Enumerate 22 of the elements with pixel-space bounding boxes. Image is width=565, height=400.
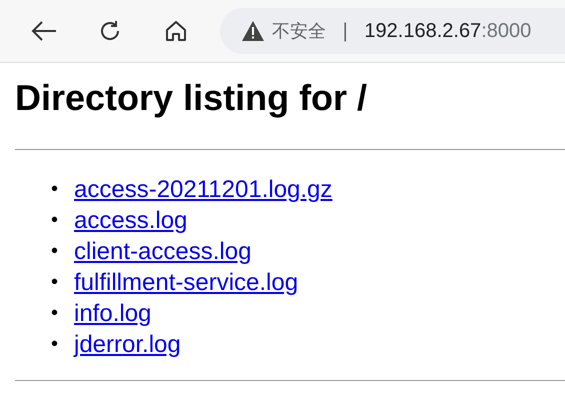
url-host: 192.168.2.67 — [364, 20, 482, 42]
file-link[interactable]: jderror.log — [74, 329, 181, 360]
list-bullet: • — [51, 332, 60, 357]
list-bullet: • — [51, 208, 60, 233]
home-icon — [164, 19, 188, 43]
list-bullet: • — [51, 239, 60, 264]
url-port: :8000 — [481, 20, 532, 42]
list-bullet: • — [51, 301, 60, 326]
file-link[interactable]: access.log — [74, 205, 188, 236]
page-heading: Directory listing for / — [15, 77, 368, 119]
separator-text: | — [342, 20, 348, 42]
reload-icon — [98, 19, 122, 43]
file-link[interactable]: access-20211201.log.gz — [74, 174, 332, 205]
security-label: 不安全 — [272, 20, 326, 43]
file-link[interactable]: info.log — [74, 298, 152, 329]
list-bullet: • — [51, 270, 60, 295]
file-link[interactable]: client-access.log — [74, 236, 252, 267]
list-bullet: • — [51, 177, 60, 202]
warning-icon — [242, 21, 264, 41]
file-link[interactable]: fulfillment-service.log — [74, 267, 298, 298]
back-icon — [31, 20, 57, 42]
address-bar[interactable]: 不安全 | 192.168.2.67:8000 — [220, 8, 565, 54]
